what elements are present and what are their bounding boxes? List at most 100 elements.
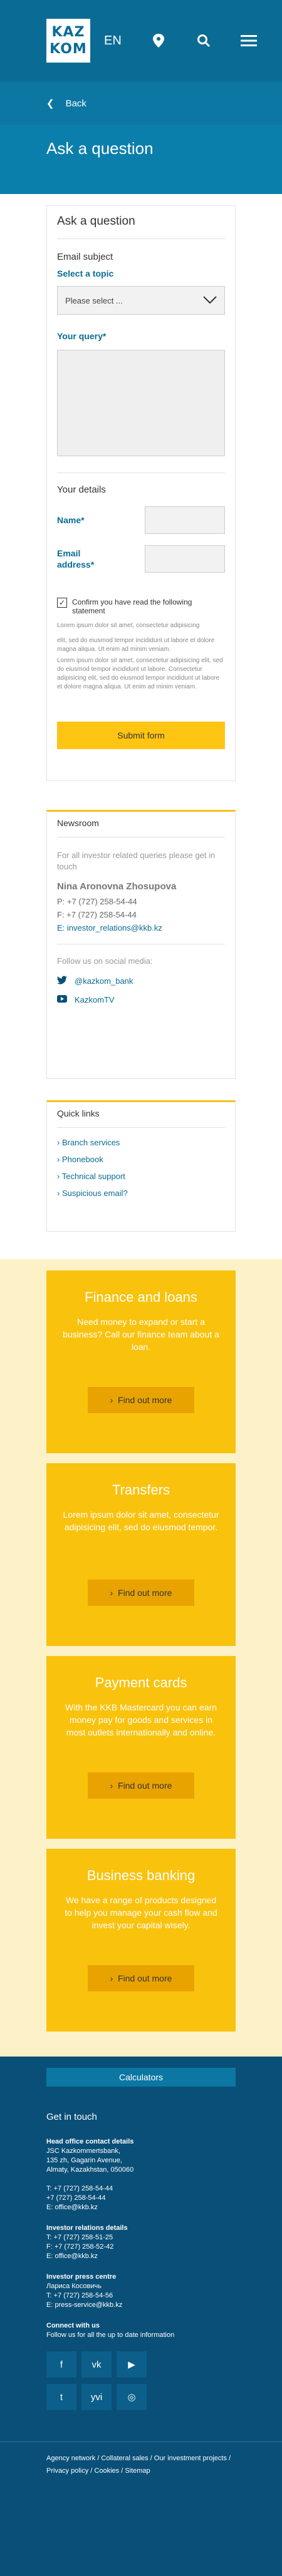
confirm-checkbox[interactable]: ✓ [57,598,67,608]
topic-select[interactable]: Please select ... [57,286,225,315]
promo-title: Business banking [86,1868,196,1883]
find-out-more-button[interactable]: › Find out more [88,1965,194,1991]
footer-block-line: E: press-service@kkb.kz [46,2301,123,2309]
footer-block-title: Connect with us [46,2322,100,2329]
quick-link-label: Suspicious email? [61,1188,128,1198]
quick-link-phonebook[interactable]: › Phonebook [57,1155,225,1164]
query-label: Your query* [57,331,107,341]
details-heading: Your details [57,484,106,495]
newsroom-title: Newsroom [57,818,225,837]
footer-block: Investor press centre Лариса Косовичь T: +… [46,2272,236,2310]
button-label: Find out more [118,1588,172,1598]
twitter-handle: @kazkom_bank [75,976,133,986]
back-link[interactable]: ❮ Back [0,81,282,125]
email-input[interactable] [145,545,225,573]
footer-block-line: Follow us for all the up to date informa… [46,2331,175,2339]
footer-block: Investor relations details T: +7 (727) 25… [46,2224,236,2261]
twitter-icon [57,976,68,986]
logo-line1: KAZ [51,24,85,40]
select-topic-label: Select a topic [57,268,114,279]
search-icon[interactable] [196,33,212,49]
quick-link-label: Technical support [61,1172,125,1181]
quick-link-technical-support[interactable]: › Technical support [57,1172,225,1181]
statement-text-2: elit, sed do eiusmod tempor incididunt u… [57,637,215,653]
promo-text: We have a range of products designed to … [65,1895,217,1930]
find-out-more-button[interactable]: › Find out more [88,1772,194,1799]
top-navigation: KAZ KOM EN [0,0,282,81]
query-textarea[interactable] [57,350,225,456]
promo-title: Transfers [112,1482,170,1498]
chevron-down-icon [203,295,217,305]
youtube-icon [57,995,68,1004]
quick-link-suspicious-email[interactable]: › Suspicious email? [57,1188,225,1198]
topic-select-value: Please select ... [65,295,123,305]
footer-block-line: E: office@kkb.kz [46,2252,98,2260]
footer-block-line: F: +7 (727) 258-52-42 [46,2243,114,2251]
statement-text-1: Lorem ipsum dolor sit amet, consectetur … [57,622,200,629]
button-label: Find out more [118,1973,172,1983]
footer-block-line [46,2175,236,2184]
quick-link-branch-services[interactable]: › Branch services [57,1138,225,1147]
quick-link-label: Branch services [61,1138,120,1147]
statement-text-3: Lorem ipsum dolor sit amet, consectetur … [57,657,223,690]
location-icon[interactable] [150,33,167,49]
footer-block-line: Лариса Косовичь [46,2282,102,2290]
footer: Calculators Get in touch Head office con… [0,2057,282,2576]
kazkom-logo[interactable]: KAZ KOM [46,19,90,63]
contact-email[interactable]: E: investor_relations@kkb.kz [57,923,225,933]
logo-line2: KOM [50,41,87,57]
form-title: Ask a question [57,215,225,239]
quick-links-title: Quick links [57,1108,225,1128]
youtube-link[interactable]: KazkomTV [57,995,225,1004]
menu-icon[interactable] [240,33,257,49]
name-input[interactable] [145,506,225,534]
footer-block-title: Investor relations details [46,2224,128,2232]
email-subject-heading: Email subject [57,252,113,262]
footer-block-line: E: office@kkb.kz [46,2204,98,2211]
find-out-more-button[interactable]: › Find out more [88,1580,194,1606]
language-switch[interactable]: EN [104,34,122,48]
twitter-link[interactable]: @kazkom_bank [57,976,225,986]
footer-block-line: +7 (727) 258-54-44 [46,2194,106,2202]
social-icon[interactable]: ▶ [117,2351,147,2378]
button-label: Find out more [118,1781,172,1791]
find-out-more-button[interactable]: › Find out more [88,1387,194,1413]
calculators-button[interactable]: Calculators [46,2068,236,2087]
footer-block-line: T: +7 (727) 258-54-56 [46,2292,113,2299]
submit-button[interactable]: Submit form [57,722,225,749]
youtube-channel: KazkomTV [75,995,115,1004]
ask-question-form: Ask a question Email subject Select a to… [46,205,236,781]
button-label: Find out more [118,1395,172,1405]
footer-block-title: Head office contact details [46,2138,134,2145]
promo-card-transfers: Transfers Lorem ipsum dolor sit amet, co… [46,1463,236,1646]
quick-link-label: Phonebook [61,1155,103,1164]
quick-links-panel: Quick links › Branch services › Phoneboo… [46,1100,236,1232]
chevron-left-icon: ❮ [46,98,55,109]
footer-block-line: JSC Kazkommertsbank, [46,2147,120,2155]
page-title: Ask a question [0,125,282,194]
social-icon[interactable]: f [46,2351,76,2378]
contact-fax: F: +7 (727) 258-54-44 [57,910,137,919]
social-icon[interactable]: yvi [81,2384,112,2410]
footer-block-line: Almaty, Kazakhstan, 050060 [46,2166,134,2174]
footer-contact-blocks: Head office contact details JSC Kazkommer… [46,2137,236,2340]
follow-label: Follow us on social media: [57,956,153,966]
footer-block: Connect with us Follow us for all the up … [46,2321,236,2340]
footer-block-line: 135 zh, Gagarin Avenue, [46,2157,122,2164]
promo-text: Need money to expand or start a business… [63,1317,219,1352]
promo-title: Finance and loans [85,1289,197,1305]
footer-social-icons: f vk ▶ t yvi ◎ [46,2351,172,2416]
promo-card-payment-cards: Payment cards With the KKB Mastercard yo… [46,1656,236,1839]
confirm-label: Confirm you have read the following stat… [72,598,192,615]
promo-card-finance: Finance and loans Need money to expand o… [46,1270,236,1453]
footer-links[interactable]: Agency network / Collateral sales / Our … [0,2441,282,2487]
email-label: Email address* [57,548,95,570]
social-icon[interactable]: vk [81,2351,112,2378]
footer-block-line: T: +7 (727) 258-51-25 [46,2234,113,2241]
get-in-touch-heading: Get in touch [46,2112,97,2122]
promo-text: With the KKB Mastercard you can earn mon… [65,1702,217,1737]
social-icon[interactable]: t [46,2384,76,2410]
social-icon[interactable]: ◎ [117,2384,147,2410]
promo-text: Lorem ipsum dolor sit amet, consectetur … [63,1510,219,1532]
footer-block-line: T: +7 (727) 258-54-44 [46,2185,113,2192]
